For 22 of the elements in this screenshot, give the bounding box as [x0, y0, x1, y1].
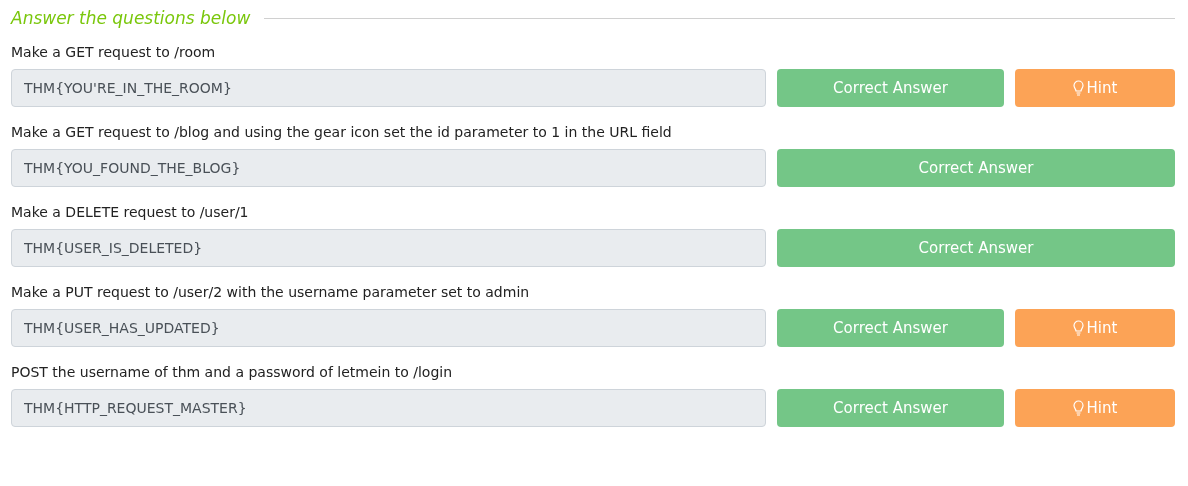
hint-button[interactable]: Hint [1015, 309, 1175, 347]
lightbulb-icon [1072, 320, 1084, 336]
answer-field[interactable]: THM{YOU_FOUND_THE_BLOG} [11, 149, 766, 187]
hint-button[interactable]: Hint [1015, 389, 1175, 427]
answer-field[interactable]: THM{USER_IS_DELETED} [11, 229, 766, 267]
lightbulb-icon [1072, 400, 1084, 416]
question-text: Make a GET request to /blog and using the gear icon set the id parameter to 1 in the URL field [11, 123, 673, 142]
question-text: Make a DELETE request to /user/1 [11, 203, 250, 222]
question-text: POST the username of thm and a password of letmein to /login [11, 363, 454, 382]
correct-answer-button[interactable]: Correct Answer [777, 69, 1004, 107]
section-title: Answer the questions below [11, 8, 251, 28]
hint-button[interactable]: Hint [1015, 69, 1175, 107]
question-text: Make a PUT request to /user/2 with the username parameter set to admin [11, 283, 531, 302]
correct-answer-button[interactable]: Correct Answer [777, 229, 1175, 267]
answer-field[interactable]: THM{HTTP_REQUEST_MASTER} [11, 389, 766, 427]
answer-field[interactable]: THM{YOU'RE_IN_THE_ROOM} [11, 69, 766, 107]
correct-answer-button[interactable]: Correct Answer [777, 389, 1004, 427]
correct-answer-button[interactable]: Correct Answer [777, 149, 1175, 187]
answer-field[interactable]: THM{USER_HAS_UPDATED} [11, 309, 766, 347]
question-text: Make a GET request to /room [11, 43, 217, 62]
lightbulb-icon [1072, 80, 1084, 96]
correct-answer-button[interactable]: Correct Answer [777, 309, 1004, 347]
